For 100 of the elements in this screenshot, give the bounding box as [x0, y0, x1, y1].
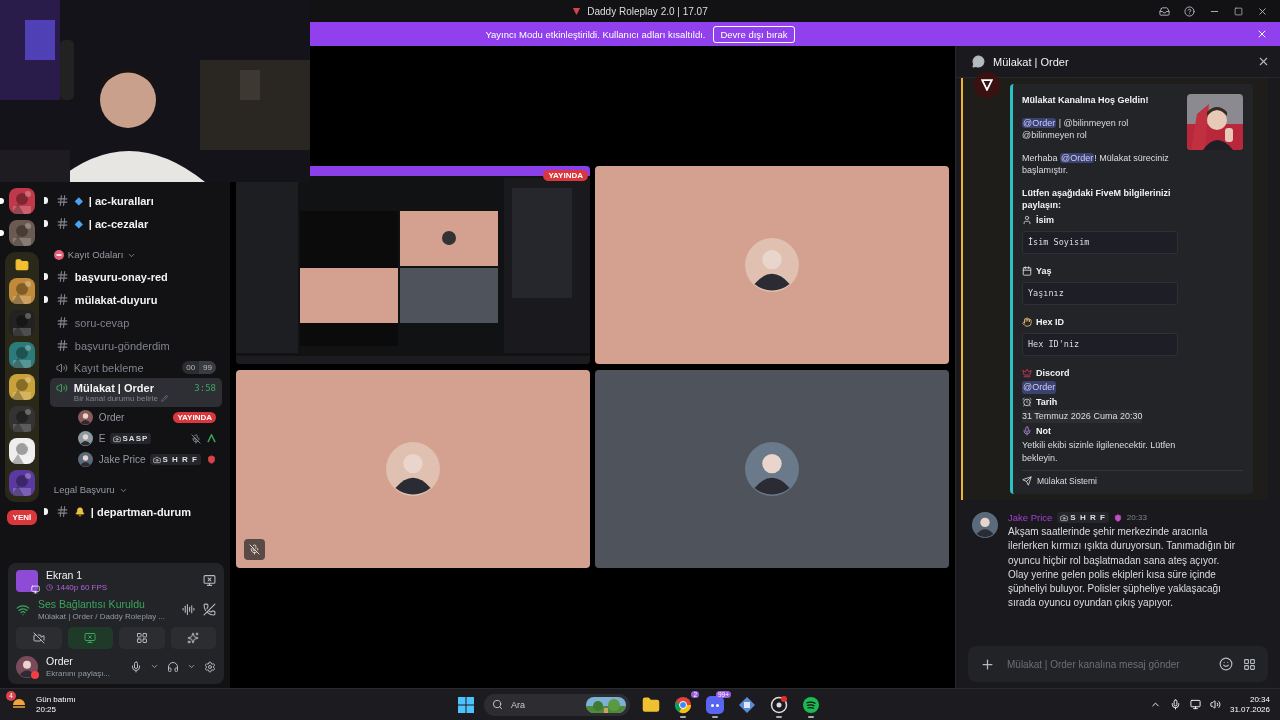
user-avatar [972, 512, 998, 538]
video-tile[interactable]: YAYINDA [236, 166, 590, 364]
noise-icon[interactable] [182, 603, 195, 616]
channel-item[interactable]: başvuru-onay-red [49, 265, 222, 288]
signal-icon [16, 602, 30, 617]
emoji-icon [1022, 265, 1032, 276]
live-badge: YAYINDA [173, 412, 216, 423]
app-icon[interactable] [738, 695, 756, 714]
channel-item[interactable]: ◆ | ac-kuralları [49, 189, 222, 212]
author-name[interactable]: Jake Price [1008, 512, 1053, 523]
mention-link[interactable]: @Order [1022, 381, 1057, 394]
hash-icon [55, 316, 69, 329]
camera-button[interactable] [16, 627, 62, 649]
start-icon[interactable] [458, 696, 474, 713]
video-tile[interactable] [595, 166, 949, 364]
emoji-icon[interactable] [1219, 657, 1233, 671]
apps-icon[interactable] [1243, 657, 1256, 671]
close-icon[interactable] [1257, 5, 1268, 17]
voice-member[interactable]: E SASP [49, 428, 222, 449]
live-badge: YAYINDA [543, 170, 588, 181]
channel-item[interactable]: soru-cevap [49, 311, 222, 334]
pencil-icon[interactable] [160, 395, 168, 402]
browser-icon[interactable] [674, 695, 692, 714]
stream-title: Ekran 1 [46, 569, 84, 581]
system-clock[interactable]: 20:34 31.07.2026 [1229, 694, 1270, 715]
close-icon[interactable] [1256, 28, 1268, 40]
mute-indicator [244, 539, 265, 560]
voice-member[interactable]: Jake Price S H R F [49, 449, 222, 470]
unread-pip [43, 296, 48, 303]
emoji-icon [1022, 396, 1032, 407]
prompt-text: Lütfen aşağıdaki FiveM bilgilerinizi paylaşın: [1022, 186, 1172, 212]
window-title: Daddy Roleplay 2.0 | 17.07 [572, 5, 708, 17]
help-icon[interactable] [1184, 5, 1195, 17]
unread-pip [43, 273, 48, 280]
chevron-icon [118, 486, 128, 495]
field-label: Yaş [1036, 264, 1052, 277]
search-input[interactable]: Ara [509, 698, 580, 711]
settings-icon[interactable] [204, 660, 216, 673]
voice-member[interactable]: Order YAYINDA [49, 407, 222, 428]
screen-button[interactable] [67, 627, 113, 649]
search-icon [492, 699, 503, 710]
bell-icon [74, 506, 85, 517]
camera-icon [152, 455, 161, 464]
soundboard-button[interactable] [170, 627, 216, 649]
maximize-icon[interactable] [1234, 6, 1243, 16]
field-label: Hex ID [1036, 315, 1064, 328]
server-folder[interactable] [4, 252, 39, 502]
running-indicator [680, 715, 686, 718]
app-icon [16, 569, 38, 592]
headphones-icon[interactable] [167, 660, 179, 673]
folder-icon[interactable] [642, 695, 660, 714]
stop-stream-icon[interactable] [203, 574, 216, 587]
hash-icon [55, 293, 69, 306]
channel-name: Mülakat | Order [73, 382, 155, 394]
connection-status: Ses Bağlantısı Kuruldu [38, 598, 146, 610]
member-name: Order [98, 412, 125, 423]
mic-icon[interactable] [1169, 699, 1181, 710]
channel-status: Bir kanal durumu belirle [73, 394, 158, 403]
disconnect-icon[interactable] [203, 603, 216, 616]
thread-title: Mülakat | Order [993, 55, 1070, 68]
category-header[interactable]: Legal Başvuru [49, 470, 222, 500]
camera-off-icon [32, 632, 45, 644]
inbox-icon[interactable] [1159, 5, 1170, 17]
user-avatar [77, 452, 93, 467]
speaker-icon [55, 382, 68, 394]
unread-pip [43, 508, 48, 515]
music-app-icon[interactable] [802, 695, 820, 714]
chevron-icon [127, 251, 137, 260]
mention-link[interactable]: @Order [1022, 117, 1057, 128]
new-badge: YENİ [4, 508, 40, 527]
disable-button[interactable]: Devre dışı bırak [713, 25, 795, 43]
category-header[interactable]: Kayıt Odaları [49, 235, 222, 265]
display-icon[interactable] [1189, 699, 1201, 710]
add-icon[interactable] [980, 656, 995, 672]
voice-channel-item[interactable]: Kayıt bekleme 00 99 [49, 357, 222, 378]
message-input[interactable]: Mülakat | Order kanalına mesaj gönder [1005, 657, 1209, 671]
chevron-icon[interactable] [187, 662, 196, 671]
field-label: Not [1036, 424, 1051, 437]
running-indicator [712, 715, 718, 718]
chat-app-icon[interactable] [706, 695, 724, 714]
activities-button[interactable] [119, 627, 165, 649]
close-icon[interactable] [1257, 55, 1270, 68]
app-icon[interactable] [770, 695, 788, 714]
channel-item[interactable]: ◆ | ac-cezalar [49, 212, 222, 235]
camera-icon [1060, 513, 1069, 522]
search-field[interactable]: Ara [484, 693, 630, 716]
voice-location: Mülakat | Order / Daddy Roleplay ... [38, 612, 167, 621]
volume-icon[interactable] [1209, 699, 1221, 710]
voice-channel-item[interactable]: Mülakat | Order 3:58 Bir kanal durumu belirle [49, 378, 222, 407]
message-time: 20:33 [1126, 513, 1147, 522]
folder-icon[interactable] [14, 258, 29, 272]
mic-icon[interactable] [130, 660, 142, 673]
video-tile[interactable] [236, 370, 590, 568]
channel-item[interactable]: mülakat-duyuru [49, 288, 222, 311]
video-tile[interactable] [595, 370, 949, 568]
chevron-icon[interactable] [150, 662, 159, 671]
channel-item[interactable]: başvuru-gönderdim [49, 334, 222, 357]
channel-item[interactable]: | departman-durum [49, 500, 222, 523]
mention-link[interactable]: @Order [1060, 152, 1095, 163]
greeting-text: Merhaba @Order! Mülakat süreciniz başlamıştır. [1022, 151, 1170, 177]
